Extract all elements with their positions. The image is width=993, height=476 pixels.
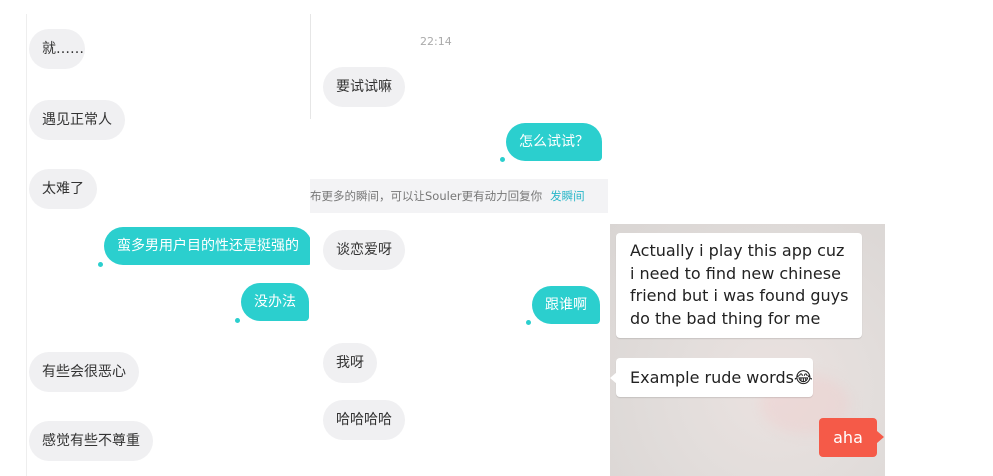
message-bubble-outgoing[interactable]: 跟谁啊	[532, 286, 600, 324]
bubble-tail	[877, 431, 884, 443]
message-bubble[interactable]: 我呀	[323, 343, 377, 383]
read-indicator-dot	[500, 157, 505, 162]
timestamp: 22:14	[420, 35, 452, 48]
message-bubble[interactable]: Actually i play this app cuz i need to f…	[616, 233, 862, 338]
message-bubble[interactable]: 哈哈哈哈	[323, 400, 405, 440]
message-bubble[interactable]: 遇见正常人	[29, 100, 125, 140]
notice-text: 布更多的瞬间，可以让Souler更有动力回复你	[310, 189, 543, 203]
message-bubble[interactable]: 谈恋爱呀	[323, 230, 405, 270]
post-moment-link[interactable]: 发瞬间	[550, 189, 585, 203]
message-bubble[interactable]: 感觉有些不尊重	[29, 421, 153, 461]
message-bubble[interactable]: 太难了	[29, 169, 97, 209]
read-indicator-dot	[235, 318, 240, 323]
message-bubble-outgoing[interactable]: 怎么试试？	[506, 123, 602, 161]
bubble-tail	[610, 372, 617, 384]
message-bubble-outgoing[interactable]: 蛮多男用户目的性还是挺强的	[104, 227, 311, 265]
right-chat-panel: Actually i play this app cuz i need to f…	[610, 224, 885, 476]
message-bubble[interactable]: 有些会很恶心	[29, 352, 139, 392]
left-chat-panel: 就…… 遇见正常人 太难了 蛮多男用户目的性还是挺强的 没办法 有些会很恶心 感…	[26, 14, 311, 476]
message-bubble[interactable]: 就……	[29, 29, 85, 69]
message-bubble[interactable]: Example rude words😂	[616, 358, 813, 397]
read-indicator-dot	[98, 262, 103, 267]
message-bubble[interactable]: 要试试嘛	[323, 67, 405, 107]
panel-divider	[310, 14, 311, 119]
message-bubble-outgoing[interactable]: 没办法	[241, 283, 309, 321]
middle-chat-panel: 22:14 要试试嘛 怎么试试？ 布更多的瞬间，可以让Souler更有动力回复你…	[310, 14, 610, 476]
post-moment-notice: 布更多的瞬间，可以让Souler更有动力回复你 发瞬间	[310, 179, 608, 213]
message-bubble-outgoing[interactable]: aha	[819, 418, 877, 457]
read-indicator-dot	[526, 320, 531, 325]
